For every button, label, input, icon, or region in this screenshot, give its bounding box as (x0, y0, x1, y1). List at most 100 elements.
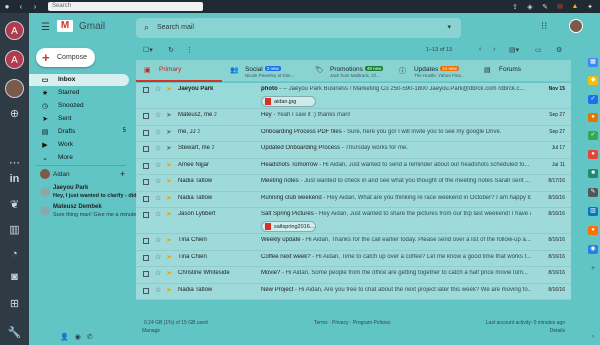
avatar[interactable] (569, 19, 583, 33)
pen-icon[interactable]: ✎ (539, 3, 551, 11)
layers-icon[interactable]: ◈ (524, 3, 536, 11)
select-checkbox[interactable] (143, 146, 149, 152)
star-icon[interactable]: ☆ (155, 128, 161, 136)
important-marker-icon[interactable]: ➤ (166, 210, 172, 218)
star-icon[interactable]: ☆ (155, 210, 161, 218)
search-mail-input[interactable]: ⌕ Search mail ▾ (136, 18, 461, 38)
select-checkbox[interactable] (143, 238, 149, 244)
ext-orange2-icon[interactable]: ● (588, 226, 598, 235)
star-icon[interactable]: ☆ (155, 177, 161, 185)
select-checkbox[interactable] (143, 195, 149, 202)
tab-promotions[interactable]: 🏷 Promotions 49 new Jack from Mailtrack, Gl… (307, 60, 391, 82)
ext-dark-icon[interactable]: ✎ (588, 188, 598, 197)
prev-page-icon[interactable]: ‹ (479, 46, 481, 53)
star-icon[interactable]: ☆ (155, 286, 161, 294)
email-row[interactable]: ☆ ➤ me, JJ 2 Onboarding Process PDF files -… (136, 125, 571, 142)
density-icon[interactable]: ▤▾ (509, 46, 519, 54)
attachment-chip[interactable]: saltspring2016.... (261, 221, 316, 232)
star-icon[interactable]: ☆ (155, 269, 161, 277)
tab-social[interactable]: 👥 Social 2 new Nicole Peverley at Dim... (222, 60, 307, 82)
search-options-icon[interactable]: ▾ (447, 23, 451, 31)
ext-orange-icon[interactable]: ● (588, 113, 598, 122)
settings-gear-icon[interactable]: ⚙ (556, 46, 562, 54)
select-checkbox[interactable] (143, 87, 149, 93)
gmail-logo-icon[interactable]: M (57, 20, 73, 32)
search-icon[interactable]: ⌕ (144, 22, 149, 33)
select-checkbox[interactable] (143, 179, 149, 185)
star-icon[interactable]: ☆ (155, 236, 161, 244)
ext-teal-icon[interactable]: ■ (588, 169, 598, 178)
drive-ext-icon[interactable]: ▲ (569, 3, 581, 10)
more-vert-icon[interactable]: ⋮ (186, 46, 193, 54)
email-row[interactable]: ☆ ➤ Tina Chien Coffee next week? - Hi Aidan… (136, 250, 571, 267)
important-marker-icon[interactable]: ➤ (166, 144, 172, 152)
traffic-lights-icon[interactable]: ● (0, 0, 14, 13)
evernote-icon[interactable]: ❦ (0, 198, 29, 211)
tool-ext-icon[interactable]: ✦ (584, 3, 596, 11)
more-dots-icon[interactable]: ⋯ (0, 156, 29, 169)
star-icon[interactable]: ☆ (155, 111, 161, 119)
next-page-icon[interactable]: › (493, 46, 495, 53)
add-addon-icon[interactable]: + (588, 265, 598, 274)
tab-forums[interactable]: ▤ Forums (476, 60, 571, 82)
account-avatar-photo[interactable] (5, 79, 24, 98)
tasks-icon[interactable]: ✓ (588, 95, 598, 104)
email-row[interactable]: ☆ ➤ Christine Whiteside Movie? - Hi Aidan, … (136, 267, 571, 284)
add-app-icon[interactable]: ⊞ (0, 297, 29, 310)
expand-panel-icon[interactable]: › (588, 333, 598, 342)
star-icon[interactable]: ☆ (155, 85, 161, 93)
star-icon[interactable]: ☆ (155, 144, 161, 152)
input-tools-icon[interactable]: ▭ (535, 46, 542, 54)
new-chat-icon[interactable]: + (120, 169, 125, 179)
apps-grid-icon[interactable]: ⁝⁝ (541, 21, 547, 32)
add-account-icon[interactable]: ⊕ (0, 107, 29, 120)
keep-icon[interactable]: ◆ (588, 76, 598, 85)
email-row[interactable]: ☆ ➤ Stewart, me 2 Updated Onboarding Proces… (136, 142, 571, 159)
compose-button[interactable]: + Compose (36, 48, 95, 67)
sidebar-item-more[interactable]: ⌄ More (29, 152, 129, 164)
sidebar-item-snoozed[interactable]: ◷ Snoozed (29, 100, 129, 112)
select-checkbox[interactable] (143, 162, 149, 169)
email-row[interactable]: ☆ ➤ Nadia Tatlow New Project - Hi Aidan, Ar… (136, 283, 571, 300)
important-marker-icon[interactable]: ➤ (166, 286, 172, 294)
important-marker-icon[interactable]: ➤ (166, 128, 172, 136)
share-icon[interactable]: ⇪ (509, 3, 521, 11)
trello-icon[interactable]: ▥ (0, 223, 29, 236)
select-checkbox[interactable] (143, 271, 149, 277)
select-checkbox[interactable]: ☐▾ (143, 46, 153, 54)
important-marker-icon[interactable]: ➤ (166, 111, 172, 119)
tab-primary[interactable]: ▣ Primary (136, 60, 222, 82)
linkedin-icon[interactable]: in (0, 173, 29, 185)
phone-icon[interactable]: ✆ (87, 333, 93, 341)
star-icon[interactable]: ☆ (155, 253, 161, 261)
email-row[interactable]: ☆ ➤ Jaeyou Park photo - -- Jaeyou Park Busi… (136, 83, 571, 109)
instagram-icon[interactable]: ◙ (0, 271, 29, 283)
ext-red-icon[interactable]: ● (588, 150, 598, 159)
messenger-icon[interactable]: ◔ (0, 248, 29, 260)
ext-trello-icon[interactable]: ▥ (588, 207, 598, 216)
account-avatar-b[interactable]: A (5, 50, 24, 69)
important-marker-icon[interactable]: ➤ (166, 194, 172, 202)
star-icon[interactable]: ☆ (155, 161, 161, 169)
important-marker-icon[interactable]: ➤ (166, 161, 172, 169)
policy-links[interactable]: Terms · Privacy · Program Policies (314, 320, 391, 326)
attachment-chip[interactable]: aidan.jpg (261, 96, 316, 107)
select-checkbox[interactable] (143, 129, 149, 136)
contacts-icon[interactable]: 👤 (60, 333, 69, 341)
email-row[interactable]: ☆ ➤ Jason Lybbert Salt Spring Pictures - He… (136, 208, 571, 234)
details-link[interactable]: Details (550, 328, 565, 334)
important-marker-icon[interactable]: ➤ (166, 85, 172, 93)
ext-blue-icon[interactable]: ◉ (588, 245, 598, 254)
ext-green-icon[interactable]: ✓ (588, 131, 598, 140)
select-checkbox[interactable] (143, 113, 149, 119)
gmail-ext-icon[interactable]: ✉ (554, 3, 566, 11)
manage-link[interactable]: Manage (142, 328, 160, 334)
sidebar-item-starred[interactable]: ★ Starred (29, 87, 129, 99)
select-checkbox[interactable] (143, 254, 149, 261)
select-checkbox[interactable] (143, 212, 149, 218)
sidebar-item-work[interactable]: ▶ Work (29, 139, 129, 151)
browser-search-input[interactable]: Search (48, 2, 203, 11)
email-row[interactable]: ☆ ➤ Nadia Tatlow Running club weekend - Hey… (136, 191, 571, 208)
main-menu-icon[interactable]: ☰ (41, 22, 50, 33)
sidebar-item-sent[interactable]: ➤ Sent (29, 113, 129, 125)
